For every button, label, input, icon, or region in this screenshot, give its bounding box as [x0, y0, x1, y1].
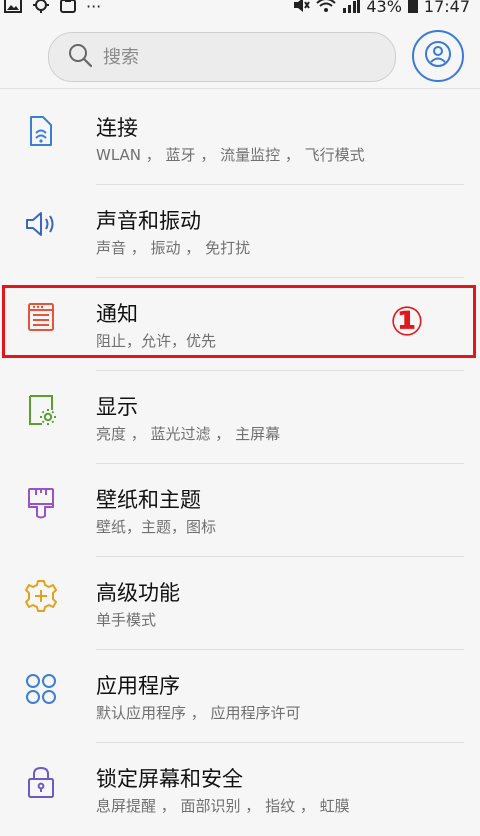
item-title: 应用程序 [96, 674, 180, 698]
search-box[interactable] [48, 32, 396, 82]
item-subtitle: WLAN ， 蓝牙 ， 流量监控 ， 飞行模式 [96, 146, 365, 164]
item-subtitle: 单手模式 [96, 611, 157, 629]
notification-icon [24, 300, 58, 334]
settings-item-display[interactable]: 显示 亮度 ， 蓝光过滤 ， 主屏幕 [0, 371, 480, 464]
item-subtitle: 声音 ， 振动 ， 免打扰 [96, 239, 251, 257]
header-divider [0, 88, 480, 89]
clock: 17:47 [423, 0, 470, 16]
display-icon [24, 393, 58, 427]
settings-item-sound[interactable]: 声音和振动 声音 ， 振动 ， 免打扰 [0, 185, 480, 278]
account-button[interactable] [412, 30, 464, 82]
settings-item-advanced[interactable]: 高级功能 单手模式 [0, 557, 480, 650]
item-subtitle: 壁纸，主题，图标 [96, 518, 217, 536]
battery-icon [407, 0, 418, 18]
image-icon [4, 0, 22, 18]
item-title: 连接 [96, 116, 138, 140]
status-bar: ··· 43% 17:47 [0, 0, 480, 22]
connection-icon [24, 114, 58, 148]
item-title: 显示 [96, 395, 138, 419]
item-subtitle: 息屏提醒 ， 面部识别 ， 指纹 ， 虹膜 [96, 797, 350, 815]
lock-icon [24, 765, 58, 799]
step-marker: ① [390, 299, 424, 345]
mute-icon [292, 0, 311, 18]
item-title: 壁纸和主题 [96, 488, 201, 512]
speaker-icon [24, 207, 58, 241]
item-title: 声音和振动 [96, 209, 201, 233]
apps-icon [24, 672, 58, 706]
search-input[interactable] [101, 45, 365, 69]
clipboard-icon [60, 0, 76, 18]
battery-percent: 43% [366, 0, 402, 16]
settings-item-apps[interactable]: 应用程序 默认应用程序 ， 应用程序许可 [0, 650, 480, 743]
search-row [0, 30, 480, 86]
item-subtitle: 亮度 ， 蓝光过滤 ， 主屏幕 [96, 425, 281, 443]
signal-icon [342, 0, 361, 18]
more-icon: ··· [86, 0, 102, 16]
brush-icon [24, 486, 58, 520]
settings-item-lock-screen[interactable]: 锁定屏幕和安全 息屏提醒 ， 面部识别 ， 指纹 ， 虹膜 [0, 743, 480, 836]
item-subtitle: 默认应用程序 ， 应用程序许可 [96, 704, 301, 722]
sync-icon [32, 0, 50, 18]
item-title: 通知 [96, 302, 138, 326]
item-title: 高级功能 [96, 581, 180, 605]
settings-list: 连接 WLAN ， 蓝牙 ， 流量监控 ， 飞行模式 声音和振动 声音 ， 振动… [0, 92, 480, 836]
search-icon [49, 42, 93, 72]
settings-item-wallpapers[interactable]: 壁纸和主题 壁纸，主题，图标 [0, 464, 480, 557]
settings-item-connections[interactable]: 连接 WLAN ， 蓝牙 ， 流量监控 ， 飞行模式 [0, 92, 480, 185]
item-title: 锁定屏幕和安全 [96, 767, 243, 791]
advanced-gear-icon [24, 579, 58, 613]
account-icon [423, 39, 453, 73]
item-subtitle: 阻止，允许，优先 [96, 332, 217, 350]
wifi-icon [316, 0, 336, 18]
